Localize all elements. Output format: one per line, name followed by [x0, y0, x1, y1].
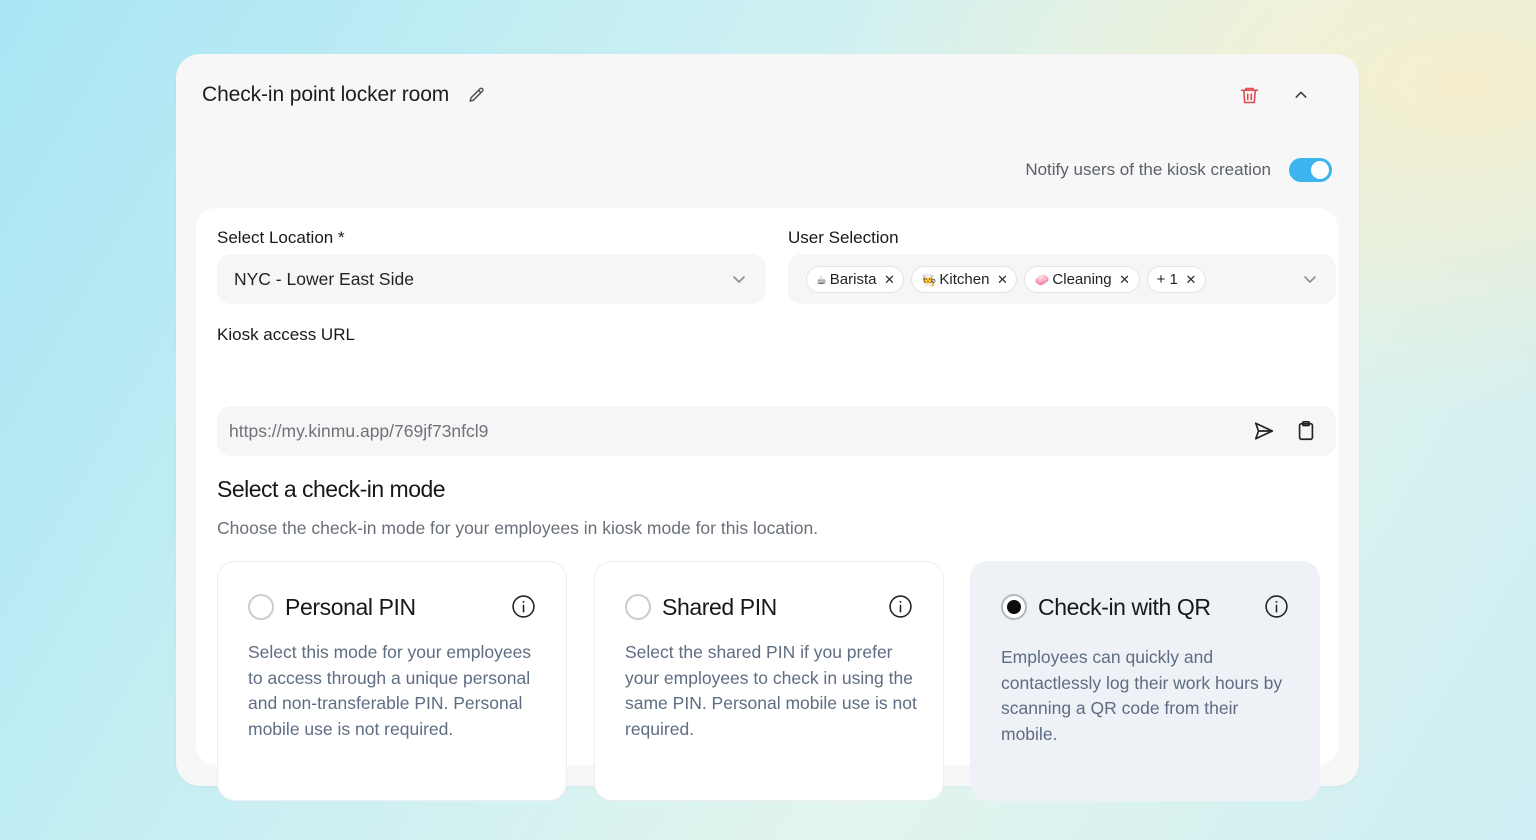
chevron-up-icon: [1295, 91, 1307, 98]
card-header: Check-in point locker room: [202, 80, 1335, 110]
chip-label: + 1: [1156, 271, 1178, 288]
user-selection-select[interactable]: ☕ Barista ✕ 🧑‍🍳 Kitchen ✕ 🧼 Cleaning ✕ +…: [788, 254, 1336, 304]
mode-description: Select this mode for your employees to a…: [248, 642, 532, 739]
delete-button[interactable]: [1237, 83, 1261, 107]
trash-icon: [1240, 87, 1258, 103]
send-icon: [1254, 422, 1274, 440]
chevron-down-icon: [733, 276, 745, 283]
edit-title-button[interactable]: [465, 84, 487, 106]
send-url-button[interactable]: [1252, 419, 1276, 443]
location-label: Select Location *: [217, 228, 345, 247]
mode-description: Select the shared PIN if you prefer your…: [625, 642, 917, 739]
chip-label: Barista: [829, 271, 877, 288]
kiosk-settings-panel: Select Location * NYC - Lower East Side …: [196, 208, 1338, 801]
kiosk-url-label: Kiosk access URL: [217, 325, 355, 344]
notify-toggle[interactable]: [1289, 158, 1332, 182]
coffee-icon: ☕: [816, 272, 827, 287]
mode-title: Check-in with QR: [1038, 593, 1211, 620]
mode-head: Check-in with QR: [1001, 592, 1289, 622]
chip-more: + 1 ✕: [1146, 266, 1206, 293]
mode-description: Employees can quickly and contactlessly …: [1001, 647, 1283, 744]
remove-chip-kitchen-close-icon[interactable]: ✕: [996, 272, 1008, 288]
notify-label: Notify users of the kiosk creation: [1025, 160, 1271, 179]
chip-barista: ☕ Barista ✕: [806, 266, 905, 293]
info-icon[interactable]: [888, 594, 913, 619]
kiosk-url-input[interactable]: [229, 406, 1129, 456]
remove-chip-barista-close-icon[interactable]: ✕: [883, 272, 895, 288]
soap-icon: 🧼: [1034, 272, 1050, 287]
chip-cleaning: 🧼 Cleaning ✕: [1024, 266, 1140, 293]
mode-title: Shared PIN: [662, 593, 777, 620]
kiosk-card: Check-in point locker room Notify users …: [176, 54, 1359, 801]
chip-label: Kitchen: [939, 271, 990, 288]
check-in-mode-description: Choose the check-in mode for your employ…: [217, 518, 819, 538]
user-chips: ☕ Barista ✕ 🧑‍🍳 Kitchen ✕ 🧼 Cleaning ✕ +…: [806, 266, 1206, 293]
user-selection-label: User Selection: [788, 228, 899, 247]
check-in-mode-title: Select a check-in mode: [217, 476, 446, 502]
pencil-icon: [469, 87, 484, 102]
kiosk-url-box: [217, 406, 1336, 456]
info-icon[interactable]: [1264, 594, 1289, 619]
cook-icon: 🧑‍🍳: [921, 272, 937, 287]
clipboard-icon: [1298, 421, 1314, 441]
mode-card-qr[interactable]: Check-in with QR Employees can quickly a…: [970, 561, 1320, 801]
mode-radio-shared-pin[interactable]: [625, 594, 651, 620]
location-value: NYC - Lower East Side: [234, 268, 414, 289]
mode-radio-personal-pin[interactable]: [248, 594, 274, 620]
location-select[interactable]: NYC - Lower East Side: [217, 254, 766, 304]
mode-head: Personal PIN: [248, 592, 536, 622]
mode-radio-qr[interactable]: [1001, 594, 1027, 620]
mode-head: Shared PIN: [625, 592, 913, 622]
chip-label: Cleaning: [1052, 271, 1112, 288]
url-actions: [1252, 419, 1318, 443]
info-icon[interactable]: [511, 594, 536, 619]
remove-chip-more-close-icon[interactable]: ✕: [1185, 272, 1197, 288]
radio-dot: [1007, 600, 1021, 614]
toggle-knob: [1311, 161, 1329, 179]
header-actions: [1237, 80, 1313, 110]
notify-row: Notify users of the kiosk creation: [1025, 158, 1332, 182]
chip-kitchen: 🧑‍🍳 Kitchen ✕: [911, 266, 1018, 293]
mode-card-personal-pin[interactable]: Personal PIN Select this mode for your e…: [217, 561, 567, 801]
mode-card-shared-pin[interactable]: Shared PIN Select the shared PIN if you …: [594, 561, 944, 801]
collapse-button[interactable]: [1289, 83, 1313, 107]
remove-chip-cleaning-close-icon[interactable]: ✕: [1119, 272, 1131, 288]
chevron-down-icon: [1304, 276, 1316, 283]
card-title: Check-in point locker room: [202, 83, 450, 106]
mode-title: Personal PIN: [285, 593, 416, 620]
copy-url-button[interactable]: [1294, 419, 1318, 443]
